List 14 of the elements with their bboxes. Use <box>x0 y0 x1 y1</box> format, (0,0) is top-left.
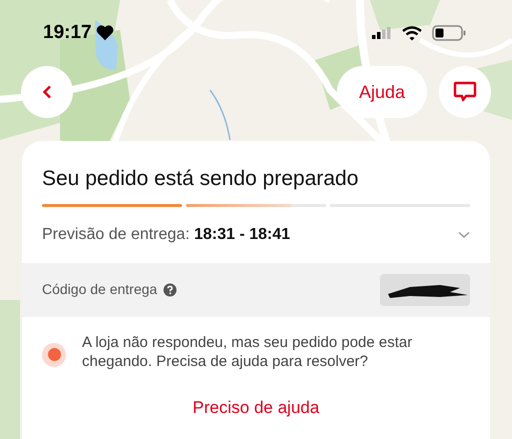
status-time: 19:17 <box>43 20 92 45</box>
store-notice: A loja não respondeu, mas seu pedido pode estar chegando. Precisa de ajuda para resolver? <box>82 332 414 370</box>
need-help-button[interactable]: Preciso de ajuda <box>184 390 328 424</box>
back-chevron-icon <box>42 85 52 99</box>
chat-bubble-icon <box>453 81 477 103</box>
order-status-title: Seu pedido está sendo preparado <box>42 166 360 192</box>
chevron-down-icon[interactable] <box>458 230 470 238</box>
signal-icon <box>372 27 392 39</box>
delivery-estimate: Previsão de entrega: 18:31 - 18:41 <box>42 224 290 244</box>
help-icon[interactable] <box>163 282 178 296</box>
battery-icon <box>432 25 466 41</box>
heart-icon <box>96 25 114 41</box>
wifi-icon <box>402 26 422 40</box>
delivery-code-label: Código de entrega <box>42 280 158 299</box>
